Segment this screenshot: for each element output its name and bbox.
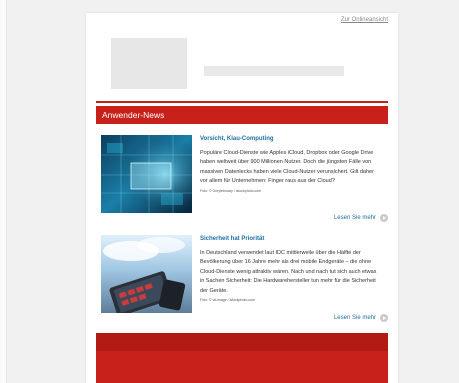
- online-view-link[interactable]: Zur Onlineansicht: [341, 17, 388, 23]
- article-image-cloud-computing[interactable]: [101, 135, 192, 213]
- photo-credit: Foto: © vit-image / istockphoto.com: [200, 298, 255, 303]
- arrow-circle-icon: [380, 214, 388, 222]
- cloud-computing-image: [101, 135, 192, 213]
- article-text: Sicherheit hat Priorität In Deutschland …: [200, 235, 382, 303]
- section-title: Anwender-News: [102, 110, 165, 120]
- footer-band: [96, 351, 388, 383]
- article-title[interactable]: Vorsicht, Klau-Computing: [200, 135, 382, 143]
- article-title[interactable]: Sicherheit hat Priorität: [200, 235, 382, 243]
- mobile-devices-image: [101, 235, 192, 313]
- footer-band-dark: [96, 333, 388, 351]
- photo-credit: Foto: © Greyfebruary / istockphoto.com: [200, 188, 262, 193]
- page-edge: [0, 0, 7, 383]
- article-body: Populäre Cloud-Dienste wie Apples iCloud…: [200, 150, 374, 185]
- newsletter-container: Zur Onlineansicht Anwender-News Vorsicht…: [86, 13, 398, 383]
- arrow-circle-icon: [380, 314, 388, 322]
- header-divider: [96, 101, 388, 103]
- article-text: Vorsicht, Klau-Computing Populäre Cloud-…: [200, 135, 382, 194]
- section-header: Anwender-News: [96, 106, 388, 124]
- article-body: In Deutschland verwendet laut IDC mittle…: [200, 250, 377, 294]
- logo-placeholder: [111, 38, 187, 89]
- article-image-mobile-devices[interactable]: [101, 235, 192, 313]
- read-more-label: Lesen Sie mehr: [333, 215, 376, 221]
- read-more-link[interactable]: Lesen Sie mehr: [334, 314, 388, 322]
- read-more-label: Lesen Sie mehr: [333, 315, 376, 321]
- read-more-link[interactable]: Lesen Sie mehr: [334, 214, 388, 222]
- header-banner-placeholder: [204, 66, 344, 76]
